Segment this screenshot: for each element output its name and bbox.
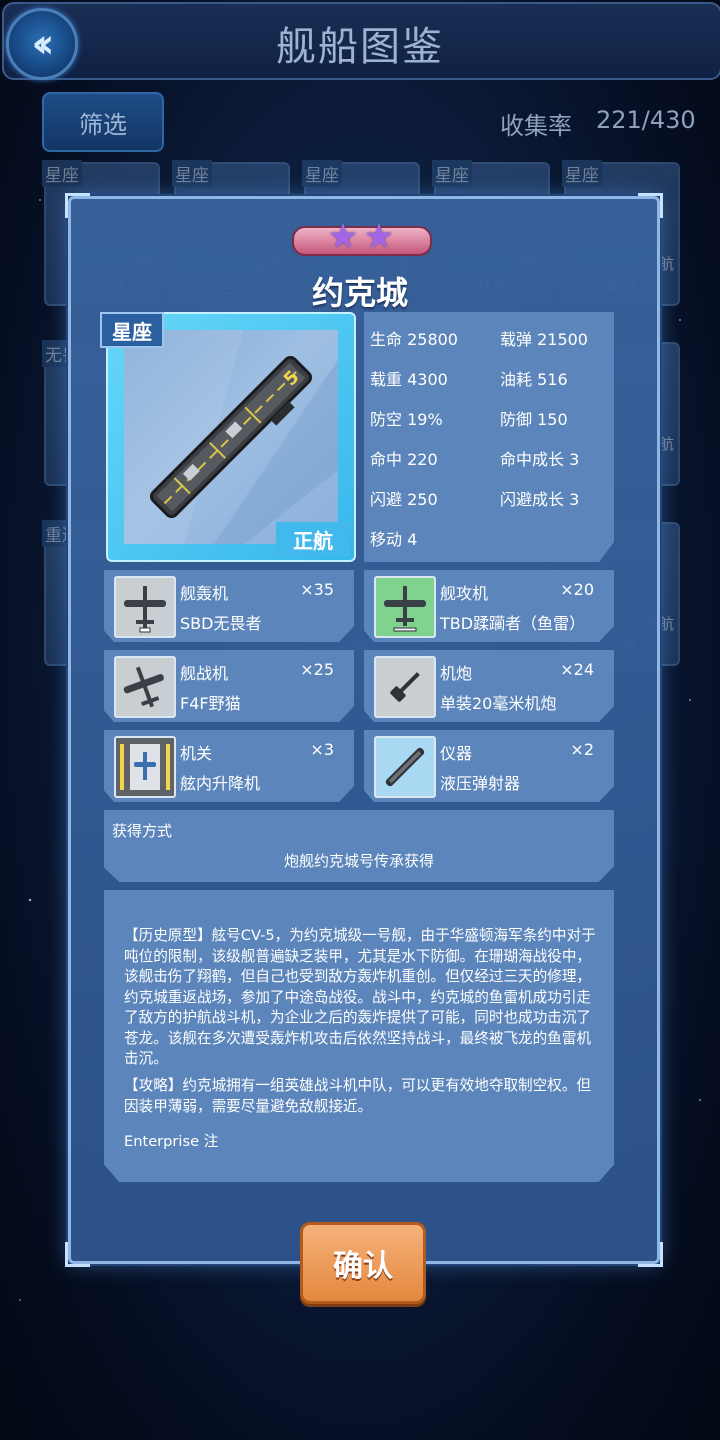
equipment-desc: 液压弹射器 [440,774,521,793]
equipment-count: ×20 [560,580,594,599]
equipment-name: 舰攻机 [440,584,489,603]
obtain-method-panel: 获得方式 炮舰约克城号传承获得 [104,810,614,882]
aircraft-carrier-icon: 5 [124,330,338,544]
stat-move: 移动 4 [370,530,418,549]
obtain-method-label: 获得方式 [112,822,173,840]
dive-bomber-icon [114,576,176,638]
rarity-star-icon: ★ [327,217,359,257]
ship-card-class: 星座 [172,160,212,187]
equipment-card[interactable]: 仪器 ×2 液压弹射器 [364,730,614,802]
collection-rate-label: 收集率 [500,112,572,140]
stat-hp: 生命 25800 [370,330,458,349]
stat-ammo: 载弹 21500 [500,330,588,349]
ship-card-class: 星座 [432,160,472,187]
strategy-text: 【攻略】约克城拥有一组英雄战斗机中队，可以更有效地夺取制空权。但因装甲薄弱，需要… [124,1077,592,1115]
ship-class-tag: 星座 [100,312,164,348]
equipment-desc: 单装20毫米机炮 [440,694,557,713]
equipment-name: 机炮 [440,664,473,683]
equipment-count: ×2 [570,740,594,759]
obtain-method-value: 炮舰约克城号传承获得 [283,852,434,870]
equipment-card[interactable]: 舰轰机 ×35 SBD无畏者 [104,570,354,642]
stat-hit-growth: 命中成长 3 [500,450,580,469]
ship-card-class: 星座 [42,160,82,187]
ship-type-tag: 正航 [276,522,350,556]
equipment-count: ×24 [560,660,594,679]
equipment-card[interactable]: 舰攻机 ×20 TBD蹂躏者（鱼雷） [364,570,614,642]
equipment-count: ×3 [310,740,334,759]
rarity-star-icon: ★ [363,217,395,257]
equipment-card[interactable]: 机关 ×3 舷内升降机 [104,730,354,802]
filter-button[interactable]: 筛选 [42,92,164,152]
stat-load: 载重 4300 [370,370,448,389]
equipment-card[interactable]: 舰战机 ×25 F4F野猫 [104,650,354,722]
equipment-desc: 舷内升降机 [180,774,261,793]
fighter-plane-icon [114,656,176,718]
equipment-count: ×35 [300,580,334,599]
equipment-name: 机关 [180,744,213,763]
torpedo-bomber-icon [374,576,436,638]
equipment-name: 舰战机 [180,664,229,683]
frame-corner [638,193,663,218]
page-title: 舰船图鉴 [276,24,444,70]
stat-defense: 防御 150 [500,410,568,429]
note-text: Enterprise 注 [124,1133,219,1150]
equipment-desc: TBD蹂躏者（鱼雷） [440,614,586,633]
elevator-icon [114,736,176,798]
catapult-icon [374,736,436,798]
history-text: 【历史原型】舷号CV-5，为约克城级一号舰，由于华盛顿海军条约中对于吨位的限制，… [124,927,596,1067]
stat-evade: 闪避 250 [370,490,438,509]
stats-panel: 生命 25800 载弹 21500 载重 4300 油耗 516 防空 19% … [364,312,614,562]
autocannon-icon [374,656,436,718]
equipment-name: 舰轰机 [180,584,229,603]
equipment-name: 仪器 [440,744,473,763]
stat-fuel: 油耗 516 [500,370,568,389]
frame-corner [65,1242,90,1267]
equipment-desc: F4F野猫 [180,694,241,713]
ship-description-panel: 【历史原型】舷号CV-5，为约克城级一号舰，由于华盛顿海军条约中对于吨位的限制，… [104,890,614,1182]
equipment-card[interactable]: 机炮 ×24 单装20毫米机炮 [364,650,614,722]
confirm-button[interactable]: 确认 [300,1222,426,1304]
equipment-desc: SBD无畏者 [180,614,262,633]
equipment-count: ×25 [300,660,334,679]
ship-card-class: 星座 [302,160,342,187]
stat-hit: 命中 220 [370,450,438,469]
ship-card-class: 星座 [562,160,602,187]
stat-evade-growth: 闪避成长 3 [500,490,580,509]
frame-corner [638,1242,663,1267]
ship-name: 约克城 [311,274,408,312]
top-bar: ‹‹ 舰船图鉴 [0,0,720,80]
stat-anti-air: 防空 19% [370,410,443,429]
collection-rate-value: 221/430 [596,106,696,134]
portrait-background: 5 [124,330,338,544]
frame-corner [65,193,90,218]
